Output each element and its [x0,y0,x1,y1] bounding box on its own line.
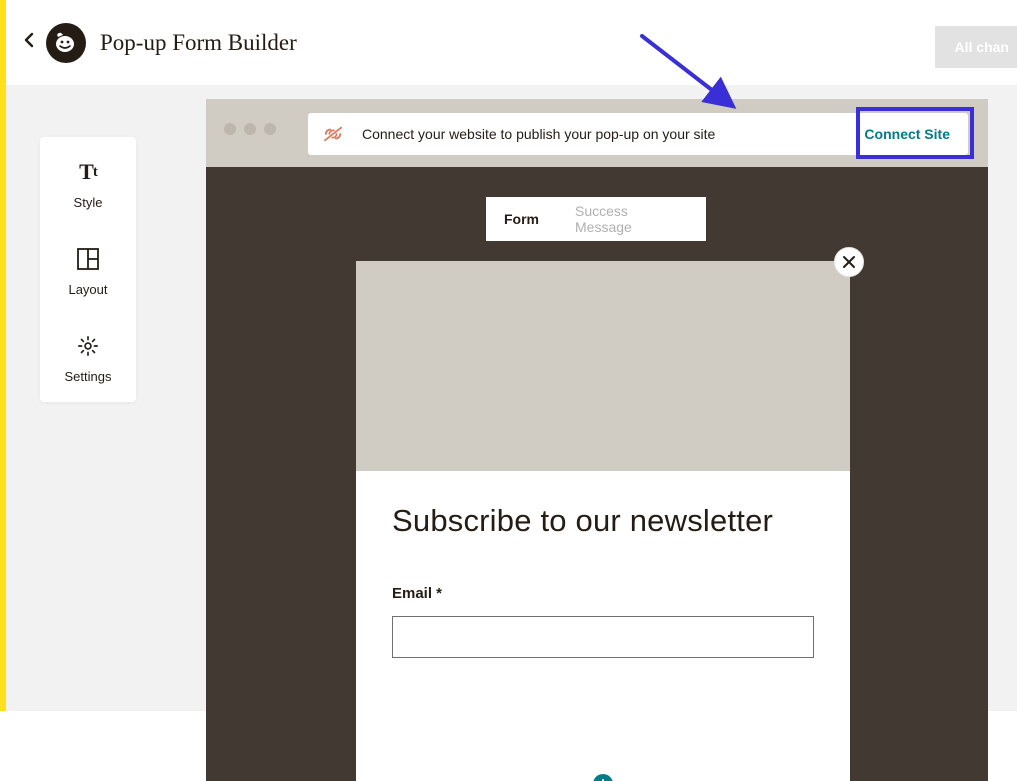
sidebar-item-settings[interactable]: Settings [65,333,112,384]
popup-preview: Subscribe to our newsletter Email * [356,261,850,781]
sidebar-item-label: Layout [68,282,107,297]
email-field[interactable] [392,616,814,658]
connect-site-link[interactable]: Connect Site [850,118,964,150]
mailchimp-logo-icon [46,23,86,63]
sidebar-item-label: Style [74,195,103,210]
link-off-icon [322,125,344,143]
content-area: Tt Style Layout Settings Connect your we… [6,85,1017,711]
sidebar-item-label: Settings [65,369,112,384]
typography-icon: Tt [79,159,97,185]
tab-success-message[interactable]: Success Message [557,197,706,241]
add-field-button[interactable] [593,774,613,781]
window-traffic-lights-icon [224,123,276,135]
popup-heading: Subscribe to our newsletter [392,503,814,539]
layout-icon [77,246,99,272]
email-field-label: Email * [392,585,814,602]
preview-tabs: Form Success Message [486,197,706,241]
topbar: Pop-up Form Builder All chan [6,0,1017,85]
back-chevron-icon[interactable] [24,32,34,53]
tab-form[interactable]: Form [486,197,557,241]
preview-frame: Connect your website to publish your pop… [206,99,988,781]
connect-banner: Connect your website to publish your pop… [308,113,968,155]
popup-hero-image-placeholder [356,261,850,471]
connect-banner-message: Connect your website to publish your pop… [362,126,850,142]
side-panel: Tt Style Layout Settings [40,137,136,402]
sidebar-item-style[interactable]: Tt Style [74,159,103,210]
gear-icon [77,333,99,359]
preview-dark-area: Form Success Message Subscribe to our ne… [206,167,988,781]
popup-body: Subscribe to our newsletter Email * [356,471,850,658]
page-title: Pop-up Form Builder [100,30,297,56]
close-icon[interactable] [834,247,864,277]
all-changes-button[interactable]: All chan [935,26,1017,68]
sidebar-item-layout[interactable]: Layout [68,246,107,297]
